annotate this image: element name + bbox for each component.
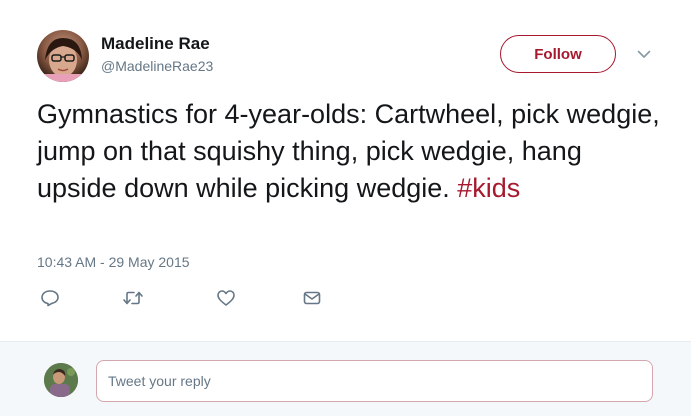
hashtag-link[interactable]: #kids (457, 173, 520, 203)
message-icon[interactable] (301, 288, 323, 308)
tweet-page: Madeline Rae @MadelineRae23 Follow Gymna… (0, 0, 691, 416)
tweet-body-text: Gymnastics for 4-year-olds: Cartwheel, p… (37, 99, 660, 203)
like-icon[interactable] (215, 288, 237, 308)
reply-icon[interactable] (39, 288, 61, 308)
tweet-header: Madeline Rae @MadelineRae23 Follow (0, 0, 691, 90)
author-handle[interactable]: @MadelineRae23 (101, 58, 213, 74)
retweet-icon[interactable] (122, 288, 144, 308)
avatar-photo (41, 38, 85, 82)
reply-bar (0, 341, 691, 416)
current-user-avatar (44, 363, 78, 397)
tweet-timestamp[interactable]: 10:43 AM - 29 May 2015 (37, 254, 190, 270)
author-display-name[interactable]: Madeline Rae (101, 34, 210, 54)
reply-input[interactable] (96, 360, 653, 402)
follow-button[interactable]: Follow (500, 35, 616, 73)
tweet-text: Gymnastics for 4-year-olds: Cartwheel, p… (37, 96, 667, 207)
author-avatar[interactable] (37, 30, 89, 82)
chevron-down-icon[interactable] (634, 46, 654, 62)
